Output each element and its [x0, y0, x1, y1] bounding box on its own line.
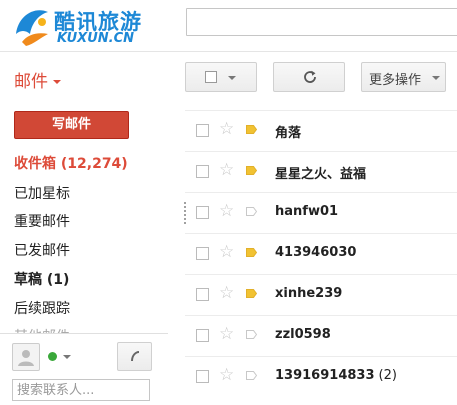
- chevron-down-icon: [228, 76, 236, 80]
- mail-menu[interactable]: 邮件: [14, 67, 61, 92]
- star-icon[interactable]: ☆: [219, 365, 234, 385]
- star-icon[interactable]: ☆: [219, 160, 234, 180]
- more-actions-button[interactable]: 更多操作: [361, 62, 446, 92]
- importance-marker-icon[interactable]: [246, 166, 257, 175]
- message-sender: zzl0598: [275, 327, 331, 342]
- message-row[interactable]: ☆ zzl0598: [185, 315, 457, 356]
- sidebar-item-inbox[interactable]: 收件箱 (12,274): [14, 153, 128, 173]
- importance-marker-icon[interactable]: [246, 330, 257, 339]
- refresh-icon: [304, 70, 316, 83]
- message-row[interactable]: ☆ 13916914833 (2): [185, 356, 457, 397]
- search-input[interactable]: [186, 8, 457, 36]
- message-sender: 角落: [275, 126, 302, 141]
- row-checkbox[interactable]: [196, 329, 209, 342]
- row-checkbox[interactable]: [196, 370, 209, 383]
- importance-marker-icon[interactable]: [246, 371, 257, 380]
- message-row[interactable]: ☆ 角落: [185, 110, 457, 151]
- row-checkbox[interactable]: [196, 206, 209, 219]
- kuxun-logo[interactable]: 酷讯旅游 KUXUN.CN: [12, 4, 177, 50]
- avatar[interactable]: [12, 343, 40, 371]
- drag-handle[interactable]: [183, 201, 187, 225]
- row-checkbox[interactable]: [196, 165, 209, 178]
- importance-marker-icon[interactable]: [246, 289, 257, 298]
- message-row[interactable]: ☆ xinhe239: [185, 274, 457, 315]
- header-divider: [0, 51, 457, 52]
- importance-marker-icon[interactable]: [246, 207, 257, 216]
- select-dropdown-button[interactable]: [185, 62, 257, 92]
- logo-text-en: KUXUN.CN: [57, 31, 134, 46]
- message-row[interactable]: ☆ hanfw01: [183, 192, 457, 233]
- message-sender: hanfw01: [275, 204, 339, 219]
- user-icon: [18, 350, 34, 366]
- star-icon[interactable]: ☆: [219, 119, 234, 139]
- online-status-icon[interactable]: [48, 352, 57, 361]
- mail-menu-label: 邮件: [14, 72, 48, 92]
- star-icon[interactable]: ☆: [219, 324, 234, 344]
- star-icon[interactable]: ☆: [219, 201, 234, 221]
- sidebar-item-drafts[interactable]: 草稿 (1): [14, 269, 69, 289]
- sidebar-item-important[interactable]: 重要邮件: [14, 211, 70, 231]
- phone-icon: [131, 351, 139, 361]
- message-sender: 星星之火、益福: [275, 167, 367, 182]
- sidebar-item-starred[interactable]: 已加星标: [14, 183, 70, 203]
- chevron-down-icon: [53, 80, 61, 84]
- star-icon[interactable]: ☆: [219, 242, 234, 262]
- sidebar-divider: [0, 333, 168, 334]
- message-sender: 413946030: [275, 245, 357, 260]
- message-sender: 13916914833 (2): [275, 368, 397, 383]
- message-row[interactable]: ☆ 星星之火、益福: [185, 151, 457, 192]
- importance-marker-icon[interactable]: [246, 248, 257, 257]
- chevron-down-icon[interactable]: [63, 355, 71, 359]
- message-sender: xinhe239: [275, 286, 343, 301]
- refresh-button[interactable]: [273, 62, 345, 92]
- row-checkbox[interactable]: [196, 124, 209, 137]
- row-checkbox[interactable]: [196, 288, 209, 301]
- call-button[interactable]: [117, 342, 152, 371]
- chevron-down-icon: [432, 76, 440, 80]
- star-icon[interactable]: ☆: [219, 283, 234, 303]
- more-actions-label: 更多操作: [369, 73, 422, 88]
- select-all-checkbox[interactable]: [205, 71, 217, 83]
- message-row[interactable]: ☆ 413946030: [185, 233, 457, 274]
- compose-button[interactable]: 写邮件: [14, 111, 129, 139]
- sidebar-item-sent[interactable]: 已发邮件: [14, 240, 70, 260]
- contact-search-input[interactable]: [12, 379, 150, 401]
- row-checkbox[interactable]: [196, 247, 209, 260]
- logo-mark-icon: [16, 10, 48, 46]
- importance-marker-icon[interactable]: [246, 125, 257, 134]
- sidebar-item-follow-up[interactable]: 后续跟踪: [14, 298, 70, 318]
